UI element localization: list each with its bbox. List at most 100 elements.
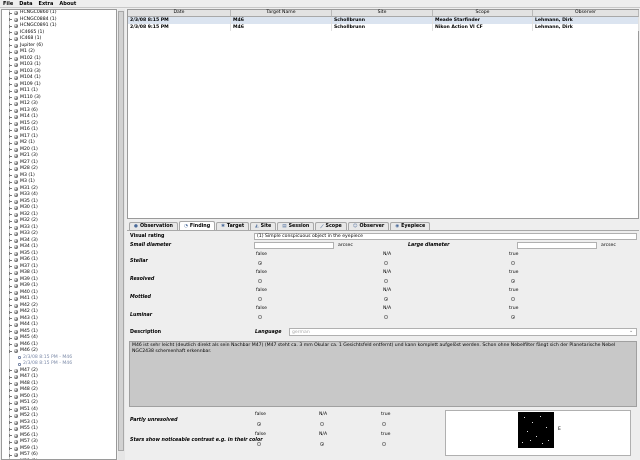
contrast-na-radio[interactable] — [320, 442, 324, 446]
expand-handle-icon[interactable] — [9, 369, 13, 373]
resolved-false-radio[interactable] — [258, 279, 262, 283]
expand-handle-icon[interactable] — [9, 323, 13, 327]
expand-handle-icon[interactable] — [9, 167, 13, 171]
menu-data[interactable]: Data — [19, 1, 32, 7]
expand-handle-icon[interactable] — [9, 317, 13, 321]
chevron-down-icon[interactable]: ⌄ — [629, 328, 633, 334]
expand-handle-icon[interactable] — [9, 128, 13, 132]
expand-handle-icon[interactable] — [9, 50, 13, 54]
expand-handle-icon[interactable] — [9, 193, 13, 197]
expand-handle-icon[interactable] — [9, 109, 13, 113]
luminar-na-radio[interactable] — [384, 315, 388, 319]
expand-handle-icon[interactable] — [9, 258, 13, 262]
tab-observer[interactable]: ☺ Observer — [347, 222, 390, 230]
expand-handle-icon[interactable] — [9, 310, 13, 314]
tab-session[interactable]: ▤ Session — [277, 222, 315, 230]
expand-handle-icon[interactable] — [9, 414, 13, 418]
partly-false-radio[interactable] — [257, 422, 261, 426]
large-diameter-input[interactable] — [517, 242, 597, 249]
expand-handle-icon[interactable] — [9, 453, 13, 457]
expand-handle-icon[interactable] — [9, 440, 13, 444]
expand-handle-icon[interactable] — [9, 70, 13, 74]
tab-target[interactable]: ✱ Target — [216, 222, 250, 230]
expand-handle-icon[interactable] — [9, 57, 13, 61]
expand-handle-icon[interactable] — [9, 102, 13, 106]
resolved-true-radio[interactable] — [511, 279, 515, 283]
expand-handle-icon[interactable] — [9, 89, 13, 93]
column-scope[interactable]: Scope — [433, 10, 533, 17]
expand-handle-icon[interactable] — [9, 330, 13, 334]
expand-handle-icon[interactable] — [9, 265, 13, 269]
partly-na-radio[interactable] — [320, 422, 324, 426]
expand-handle-icon[interactable] — [9, 76, 13, 80]
menu-extra[interactable]: Extra — [39, 1, 54, 7]
column-date[interactable]: Date — [128, 10, 231, 17]
small-diameter-input[interactable] — [254, 242, 334, 249]
expand-handle-icon[interactable] — [9, 161, 13, 165]
expand-handle-icon[interactable] — [9, 174, 13, 178]
description-textarea[interactable]: M46 ist sehr leicht (deutlich direkt als… — [129, 341, 637, 407]
expand-handle-icon[interactable] — [9, 304, 13, 308]
tab-finding[interactable]: ◔ Finding — [178, 221, 216, 230]
luminar-true-radio[interactable] — [511, 315, 515, 319]
expand-handle-icon[interactable] — [9, 122, 13, 126]
stellar-true-radio[interactable] — [511, 261, 515, 265]
expand-handle-icon[interactable] — [9, 427, 13, 431]
expand-handle-icon[interactable] — [9, 24, 13, 28]
tab-site[interactable]: ◭ Site — [250, 222, 277, 230]
target-tree[interactable]: HCNGC0860 (1) HCNGC0884 (1) HCNGC0891 (1) I… — [1, 9, 117, 460]
expand-handle-icon[interactable] — [9, 388, 13, 392]
expand-handle-icon[interactable] — [9, 297, 13, 301]
visual-rating-field[interactable]: (1) Simple conspicuous object in the eye… — [254, 233, 637, 240]
language-select[interactable]: german — [289, 328, 637, 336]
expand-handle-icon[interactable] — [9, 226, 13, 230]
expand-handle-icon[interactable] — [9, 232, 13, 236]
expand-handle-icon[interactable] — [9, 375, 13, 379]
expand-handle-icon[interactable] — [9, 401, 13, 405]
expand-handle-icon[interactable] — [9, 239, 13, 243]
column-site[interactable]: Site — [332, 10, 433, 17]
expand-handle-icon[interactable] — [9, 336, 13, 340]
expand-handle-icon[interactable] — [9, 83, 13, 87]
expand-handle-icon[interactable] — [9, 447, 13, 451]
expand-handle-icon[interactable] — [9, 421, 13, 425]
expand-handle-icon[interactable] — [9, 395, 13, 399]
table-row[interactable]: 2/3/08 9:15 PM M46 Schollbrunn Nikon Act… — [128, 24, 639, 31]
contrast-true-radio[interactable] — [382, 442, 386, 446]
expand-handle-icon[interactable] — [9, 271, 13, 275]
tab-observation[interactable]: ● Observation — [129, 222, 178, 230]
expand-handle-icon[interactable] — [9, 408, 13, 412]
menu-about[interactable]: About — [59, 1, 76, 7]
expand-handle-icon[interactable] — [9, 63, 13, 67]
expand-handle-icon[interactable] — [9, 11, 13, 15]
resolved-na-radio[interactable] — [384, 279, 388, 283]
stellar-false-radio[interactable] — [258, 261, 262, 265]
expand-handle-icon[interactable] — [9, 135, 13, 139]
mottled-false-radio[interactable] — [258, 297, 262, 301]
expand-handle-icon[interactable] — [9, 278, 13, 282]
stellar-na-radio[interactable] — [384, 261, 388, 265]
expand-handle-icon[interactable] — [9, 115, 13, 119]
column-target-name[interactable]: Target Name — [231, 10, 332, 17]
expand-handle-icon[interactable] — [9, 434, 13, 438]
expand-handle-icon[interactable] — [9, 252, 13, 256]
expand-handle-icon[interactable] — [9, 382, 13, 386]
expand-handle-icon[interactable] — [9, 44, 13, 48]
expand-handle-icon[interactable] — [9, 219, 13, 223]
expand-handle-icon[interactable] — [9, 343, 13, 347]
expand-handle-icon[interactable] — [9, 291, 13, 295]
expand-handle-icon[interactable] — [9, 245, 13, 249]
mottled-true-radio[interactable] — [511, 297, 515, 301]
partly-true-radio[interactable] — [382, 422, 386, 426]
expand-handle-icon[interactable] — [9, 180, 13, 184]
expand-handle-icon[interactable] — [9, 206, 13, 210]
expand-handle-icon[interactable] — [9, 37, 13, 41]
expand-handle-icon[interactable] — [9, 31, 13, 35]
expand-handle-icon[interactable] — [9, 213, 13, 217]
column-observer[interactable]: Observer — [533, 10, 639, 17]
luminar-false-radio[interactable] — [258, 315, 262, 319]
expand-handle-icon[interactable] — [9, 141, 13, 145]
expand-handle-icon[interactable] — [9, 187, 13, 191]
expand-handle-icon[interactable] — [9, 200, 13, 204]
tab-scope[interactable]: ⟋ Scope — [315, 222, 347, 230]
